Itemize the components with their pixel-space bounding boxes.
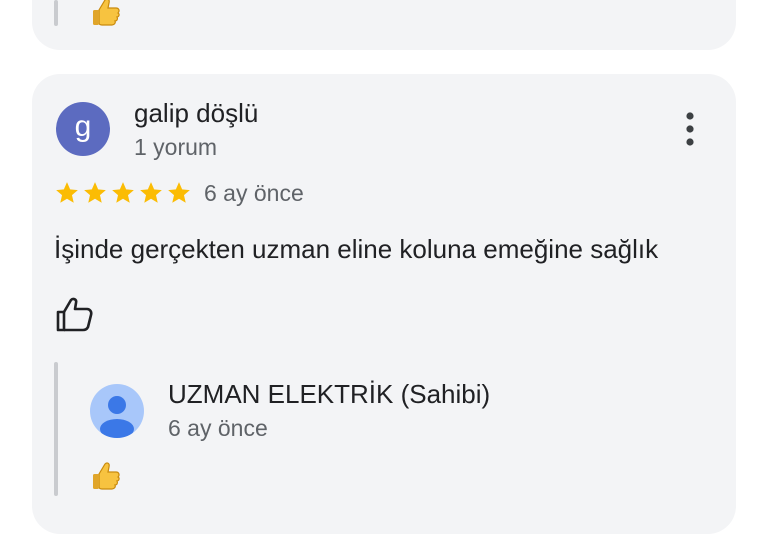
star-icon [168,182,190,203]
previous-review-card [32,0,736,50]
star-icon [84,182,106,203]
star-rating [54,180,192,206]
reviewer-name[interactable]: galip döşlü [134,98,258,129]
review-text: İşinde gerçekten uzman eline koluna emeğ… [54,234,659,264]
star-icon [140,182,162,203]
review-time: 6 ay önce [204,180,304,206]
avatar-letter: g [74,110,92,143]
owner-name[interactable]: UZMAN ELEKTRİK (Sahibi) [168,379,490,410]
more-vert-icon[interactable] [676,110,704,150]
thumbs-up-emoji-icon[interactable] [90,460,122,492]
owner-avatar[interactable] [90,384,144,438]
thumbs-up-emoji-icon[interactable] [90,0,122,28]
previous-reply-indent-bar [54,0,58,26]
star-icon [56,182,78,203]
person-icon [100,396,134,438]
reviewer-review-count: 1 yorum [134,134,218,160]
star-icon [112,182,134,203]
reply-indent-bar [54,362,58,496]
thumbs-up-outline-icon[interactable] [54,296,94,334]
reviewer-avatar[interactable]: g [56,102,110,156]
owner-reply-time: 6 ay önce [168,415,268,441]
